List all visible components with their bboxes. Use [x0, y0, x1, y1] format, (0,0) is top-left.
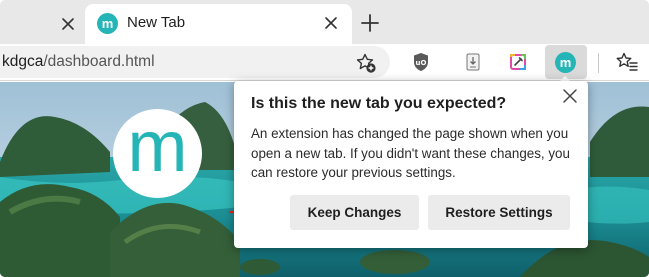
plus-icon[interactable] — [359, 12, 381, 34]
close-icon[interactable] — [561, 87, 579, 105]
ublock-icon[interactable]: uO — [409, 50, 433, 74]
tab-inactive[interactable] — [0, 7, 84, 41]
page-logo: m — [113, 109, 202, 198]
popup-title: Is this the new tab you expected? — [251, 95, 507, 112]
url-path: /dashboard.html — [43, 53, 155, 70]
url-host: kdgca — [2, 53, 44, 70]
toolbar-divider — [598, 53, 599, 73]
popup-message: An extension has changed the page shown … — [251, 126, 570, 180]
browser-window: m New Tab kdgca/dashboard.html uO m m Is… — [0, 0, 649, 277]
favorites-icon[interactable] — [615, 50, 639, 74]
toolbar: kdgca/dashboard.html uO m — [0, 44, 649, 81]
close-icon[interactable] — [58, 14, 78, 34]
keep-changes-button[interactable]: Keep Changes — [290, 195, 419, 230]
tab-favicon: m — [97, 13, 118, 34]
tab-title: New Tab — [127, 14, 186, 31]
close-icon[interactable] — [321, 13, 341, 33]
address-url[interactable]: kdgca/dashboard.html — [2, 53, 155, 71]
svg-text:uO: uO — [416, 59, 427, 67]
tab-active[interactable]: m New Tab — [85, 4, 352, 44]
restore-settings-button[interactable]: Restore Settings — [428, 195, 570, 230]
address-bar[interactable]: kdgca/dashboard.html — [0, 46, 390, 78]
favorite-add-icon[interactable] — [355, 52, 377, 74]
new-tab-changed-popup: Is this the new tab you expected? An ext… — [234, 81, 588, 248]
color-picker-icon[interactable] — [506, 50, 530, 74]
puzzle-extension-icon[interactable] — [461, 50, 485, 74]
extension-m-icon: m — [555, 52, 576, 73]
tab-strip: m New Tab — [0, 0, 649, 44]
